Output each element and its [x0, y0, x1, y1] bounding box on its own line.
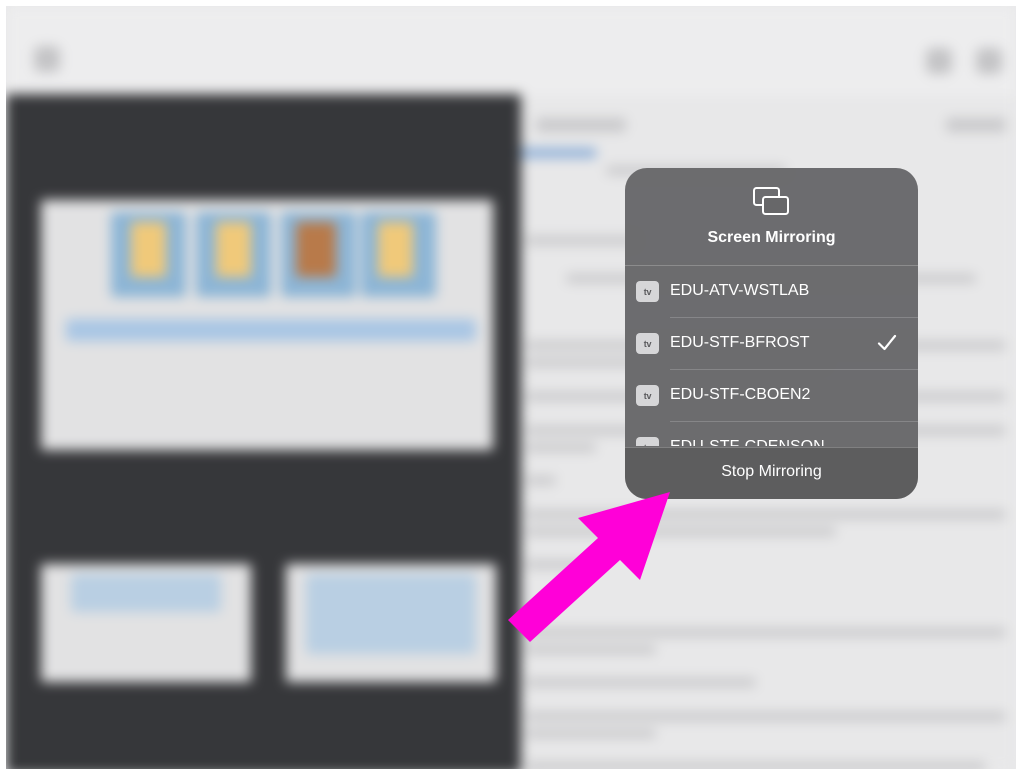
- screen: Screen Mirroring tv EDU-ATV-WSTLAB tv ED…: [0, 0, 1016, 769]
- background-share-icon: [926, 48, 952, 74]
- apple-tv-icon: tv: [636, 281, 659, 302]
- background-more-icon: [976, 48, 1002, 74]
- background-back-icon: [34, 46, 60, 72]
- device-row[interactable]: tv EDU-ATV-WSTLAB: [625, 266, 918, 318]
- annotation-arrow-icon: [508, 492, 670, 642]
- device-row[interactable]: tv EDU-STF-CDENSON: [625, 422, 918, 446]
- screen-mirroring-popover: Screen Mirroring tv EDU-ATV-WSTLAB tv ED…: [625, 168, 918, 499]
- device-row[interactable]: tv EDU-STF-CBOEN2: [625, 370, 918, 422]
- stop-mirroring-label: Stop Mirroring: [721, 463, 822, 480]
- device-name: EDU-STF-CDENSON: [670, 438, 825, 446]
- background-slide-pane: [6, 94, 521, 769]
- popover-header: Screen Mirroring: [625, 168, 918, 265]
- apple-tv-icon: tv: [636, 385, 659, 406]
- checkmark-icon: [877, 334, 897, 351]
- device-row-selected[interactable]: tv EDU-STF-BFROST: [625, 318, 918, 370]
- device-name: EDU-STF-CBOEN2: [670, 386, 811, 403]
- background-toolbar: [6, 6, 1016, 96]
- apple-tv-icon: tv: [636, 333, 659, 354]
- device-name: EDU-STF-BFROST: [670, 334, 810, 351]
- apple-tv-icon: tv: [636, 437, 659, 446]
- device-list[interactable]: tv EDU-ATV-WSTLAB tv EDU-STF-BFROST tv E…: [625, 266, 918, 446]
- device-name: EDU-ATV-WSTLAB: [670, 282, 810, 299]
- popover-title: Screen Mirroring: [707, 229, 836, 246]
- screen-mirroring-icon: [753, 187, 789, 215]
